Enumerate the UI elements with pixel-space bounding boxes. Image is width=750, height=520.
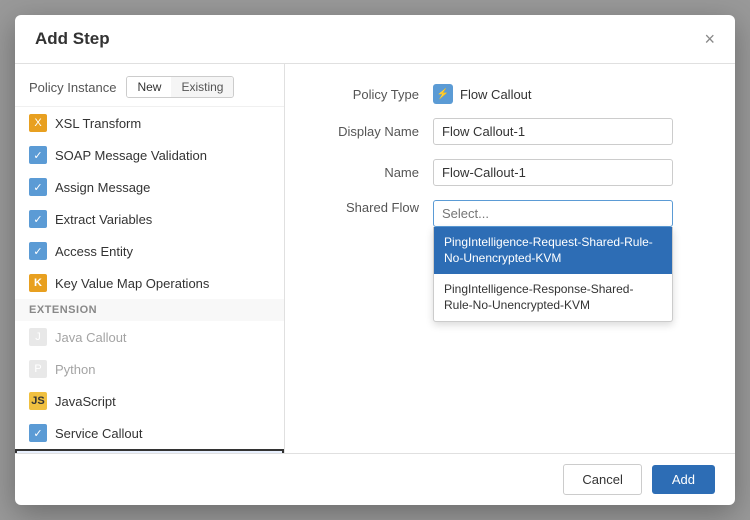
modal-title: Add Step: [35, 29, 110, 49]
list-item-soap[interactable]: ✓ SOAP Message Validation: [15, 139, 284, 171]
policy-type-label: Policy Type: [309, 87, 419, 102]
assign-label: Assign Message: [55, 180, 150, 195]
policy-instance-row: Policy Instance New Existing: [15, 68, 284, 107]
service-icon: ✓: [29, 424, 47, 442]
display-name-input[interactable]: [433, 118, 673, 145]
modal-header: Add Step ×: [15, 15, 735, 64]
java-icon: J: [29, 328, 47, 346]
modal-body: Policy Instance New Existing X XSL Trans…: [15, 64, 735, 453]
shared-flow-label: Shared Flow: [309, 200, 419, 215]
extract-icon: ✓: [29, 210, 47, 228]
list-item-assign[interactable]: ✓ Assign Message: [15, 171, 284, 203]
xsl-label: XSL Transform: [55, 116, 141, 131]
assign-icon: ✓: [29, 178, 47, 196]
close-button[interactable]: ×: [704, 30, 715, 48]
list-item-javascript[interactable]: JS JavaScript: [15, 385, 284, 417]
list-item-extract[interactable]: ✓ Extract Variables: [15, 203, 284, 235]
extract-label: Extract Variables: [55, 212, 152, 227]
soap-icon: ✓: [29, 146, 47, 164]
cancel-button[interactable]: Cancel: [563, 464, 641, 495]
shared-flow-container: PingIntelligence-Request-Shared-Rule-No-…: [433, 200, 673, 227]
add-step-modal: Add Step × Policy Instance New Existing …: [15, 15, 735, 505]
shared-flow-input[interactable]: [433, 200, 673, 227]
extension-section-header: EXTENSION: [15, 299, 284, 321]
policy-instance-new-button[interactable]: New: [127, 77, 171, 97]
kvm-label: Key Value Map Operations: [55, 276, 209, 291]
list-item-python[interactable]: P Python: [15, 353, 284, 385]
modal-footer: Cancel Add: [15, 453, 735, 505]
list-item-kvm[interactable]: K Key Value Map Operations: [15, 267, 284, 299]
service-label: Service Callout: [55, 426, 142, 441]
display-name-label: Display Name: [309, 124, 419, 139]
kvm-icon: K: [29, 274, 47, 292]
add-button[interactable]: Add: [652, 465, 715, 494]
left-panel: Policy Instance New Existing X XSL Trans…: [15, 64, 285, 453]
python-icon: P: [29, 360, 47, 378]
display-name-row: Display Name: [309, 118, 711, 145]
dropdown-list: PingIntelligence-Request-Shared-Rule-No-…: [433, 227, 673, 322]
java-label: Java Callout: [55, 330, 127, 345]
policy-type-row: Policy Type ⚡ Flow Callout: [309, 84, 711, 104]
policy-type-value: Flow Callout: [460, 87, 532, 102]
python-label: Python: [55, 362, 95, 377]
name-input[interactable]: [433, 159, 673, 186]
policy-type-value-container: ⚡ Flow Callout: [433, 84, 532, 104]
access-icon: ✓: [29, 242, 47, 260]
soap-label: SOAP Message Validation: [55, 148, 207, 163]
policy-instance-label: Policy Instance: [29, 80, 116, 95]
name-label: Name: [309, 165, 419, 180]
right-panel: Policy Type ⚡ Flow Callout Display Name …: [285, 64, 735, 453]
list-item-service-callout[interactable]: ✓ Service Callout: [15, 417, 284, 449]
name-row: Name: [309, 159, 711, 186]
dropdown-item-1[interactable]: PingIntelligence-Response-Shared-Rule-No…: [434, 274, 672, 321]
list-item-xsl[interactable]: X XSL Transform: [15, 107, 284, 139]
access-label: Access Entity: [55, 244, 133, 259]
policy-instance-toggle: New Existing: [126, 76, 234, 98]
js-icon: JS: [29, 392, 47, 410]
list-item-access[interactable]: ✓ Access Entity: [15, 235, 284, 267]
dropdown-item-0[interactable]: PingIntelligence-Request-Shared-Rule-No-…: [434, 227, 672, 274]
policy-type-icon: ⚡: [433, 84, 453, 104]
shared-flow-row: Shared Flow PingIntelligence-Request-Sha…: [309, 200, 711, 227]
xsl-icon: X: [29, 114, 47, 132]
policy-instance-existing-button[interactable]: Existing: [171, 77, 233, 97]
list-item-java[interactable]: J Java Callout: [15, 321, 284, 353]
js-label: JavaScript: [55, 394, 116, 409]
